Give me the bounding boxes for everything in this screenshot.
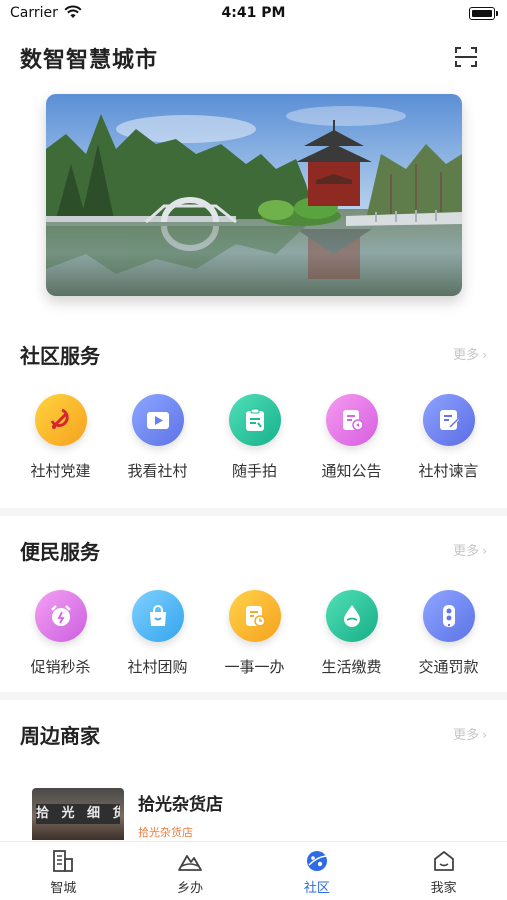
more-link[interactable]: 更多 › bbox=[453, 344, 487, 363]
tab-label: 我家 bbox=[430, 881, 457, 896]
service-item-flash-sale[interactable]: 促销秒杀 bbox=[12, 590, 109, 677]
shopping-bag-icon bbox=[131, 590, 184, 642]
service-item-utility-payment[interactable]: 生活缴费 bbox=[303, 590, 400, 677]
more-label: 更多 bbox=[453, 544, 480, 559]
convenience-services-section: 便民服务 更多 › 促销秒杀 社村团购 一事一办 生活缴费 交通罚款 bbox=[0, 534, 507, 696]
status-time: 4:41 PM bbox=[221, 5, 286, 21]
service-item-notice[interactable]: 通知公告 bbox=[303, 394, 400, 481]
notice-icon bbox=[325, 394, 378, 446]
section-divider bbox=[0, 692, 507, 700]
more-label: 更多 bbox=[453, 348, 480, 363]
service-item-one-stop[interactable]: 一事一办 bbox=[206, 590, 303, 677]
banner-image[interactable] bbox=[46, 94, 462, 296]
chevron-right-icon: › bbox=[482, 544, 487, 558]
tab-label: 智城 bbox=[50, 881, 77, 896]
merchant-tag: 拾光杂货店 bbox=[138, 826, 193, 839]
tab-smart-city[interactable]: 智城 bbox=[0, 842, 127, 900]
service-item-party-building[interactable]: 社村党建 bbox=[12, 394, 109, 481]
tab-bar: 智城 乡办 社区 我家 bbox=[0, 841, 507, 900]
service-item-snapshot[interactable]: 随手拍 bbox=[206, 394, 303, 481]
merchant-photo: 拾 光 细 货 bbox=[32, 788, 124, 840]
water-drop-icon bbox=[325, 590, 378, 642]
tab-community[interactable]: 社区 bbox=[254, 842, 381, 900]
service-item-traffic-fine[interactable]: 交通罚款 bbox=[400, 590, 497, 677]
community-services-section: 社区服务 更多 › 社村党建 我看社村 随手拍 通知公告 社村谏言 bbox=[0, 338, 507, 508]
service-label: 社村党建 bbox=[30, 462, 91, 480]
service-item-suggestion[interactable]: 社村谏言 bbox=[400, 394, 497, 481]
building-icon bbox=[53, 850, 74, 872]
service-grid: 社村党建 我看社村 随手拍 通知公告 社村谏言 bbox=[0, 394, 507, 481]
clipboard-photo-icon bbox=[228, 394, 281, 446]
more-link[interactable]: 更多 › bbox=[453, 540, 487, 559]
alarm-clock-icon bbox=[34, 590, 87, 642]
section-title: 便民服务 bbox=[20, 540, 100, 564]
suggestion-note-icon bbox=[422, 394, 475, 446]
planet-icon bbox=[306, 851, 327, 871]
service-item-watch-village[interactable]: 我看社村 bbox=[109, 394, 206, 481]
battery-icon bbox=[469, 7, 498, 20]
tab-label: 社区 bbox=[303, 881, 330, 896]
service-label: 通知公告 bbox=[321, 462, 382, 480]
chevron-right-icon: › bbox=[482, 728, 487, 742]
more-link[interactable]: 更多 › bbox=[453, 724, 487, 743]
document-clock-icon bbox=[228, 590, 281, 642]
chevron-right-icon: › bbox=[482, 348, 487, 362]
header: 数智智慧城市 bbox=[0, 38, 507, 78]
service-label: 我看社村 bbox=[127, 462, 188, 480]
scan-icon[interactable] bbox=[451, 42, 481, 72]
tab-my-home[interactable]: 我家 bbox=[380, 842, 507, 900]
section-divider bbox=[0, 508, 507, 516]
traffic-light-icon bbox=[422, 590, 475, 642]
service-label: 促销秒杀 bbox=[30, 658, 91, 676]
service-label: 随手拍 bbox=[231, 462, 277, 480]
service-item-group-buy[interactable]: 社村团购 bbox=[109, 590, 206, 677]
more-label: 更多 bbox=[453, 728, 480, 743]
merchant-sign: 拾 光 细 货 bbox=[36, 804, 120, 824]
service-label: 社村团购 bbox=[127, 658, 188, 676]
tab-township[interactable]: 乡办 bbox=[127, 842, 254, 900]
service-label: 交通罚款 bbox=[418, 658, 479, 676]
service-label: 社村谏言 bbox=[418, 462, 479, 480]
home-icon bbox=[433, 851, 454, 871]
party-emblem-icon bbox=[34, 394, 87, 446]
video-play-icon bbox=[131, 394, 184, 446]
nearby-merchants-section: 周边商家 更多 › bbox=[0, 718, 507, 758]
service-label: 生活缴费 bbox=[321, 658, 382, 676]
status-bar: Carrier 4:41 PM bbox=[0, 0, 507, 28]
service-label: 一事一办 bbox=[224, 658, 285, 676]
pavilion-lake-photo bbox=[46, 94, 462, 296]
service-grid: 促销秒杀 社村团购 一事一办 生活缴费 交通罚款 bbox=[0, 590, 507, 677]
mountain-icon bbox=[178, 855, 203, 871]
tab-label: 乡办 bbox=[177, 881, 204, 896]
section-title: 社区服务 bbox=[20, 344, 100, 368]
page-title: 数智智慧城市 bbox=[20, 48, 159, 73]
section-title: 周边商家 bbox=[20, 724, 100, 748]
merchant-name: 拾光杂货店 bbox=[138, 795, 223, 815]
merchant-card[interactable]: 拾 光 细 货 拾光杂货店 拾光杂货店 bbox=[32, 788, 472, 840]
